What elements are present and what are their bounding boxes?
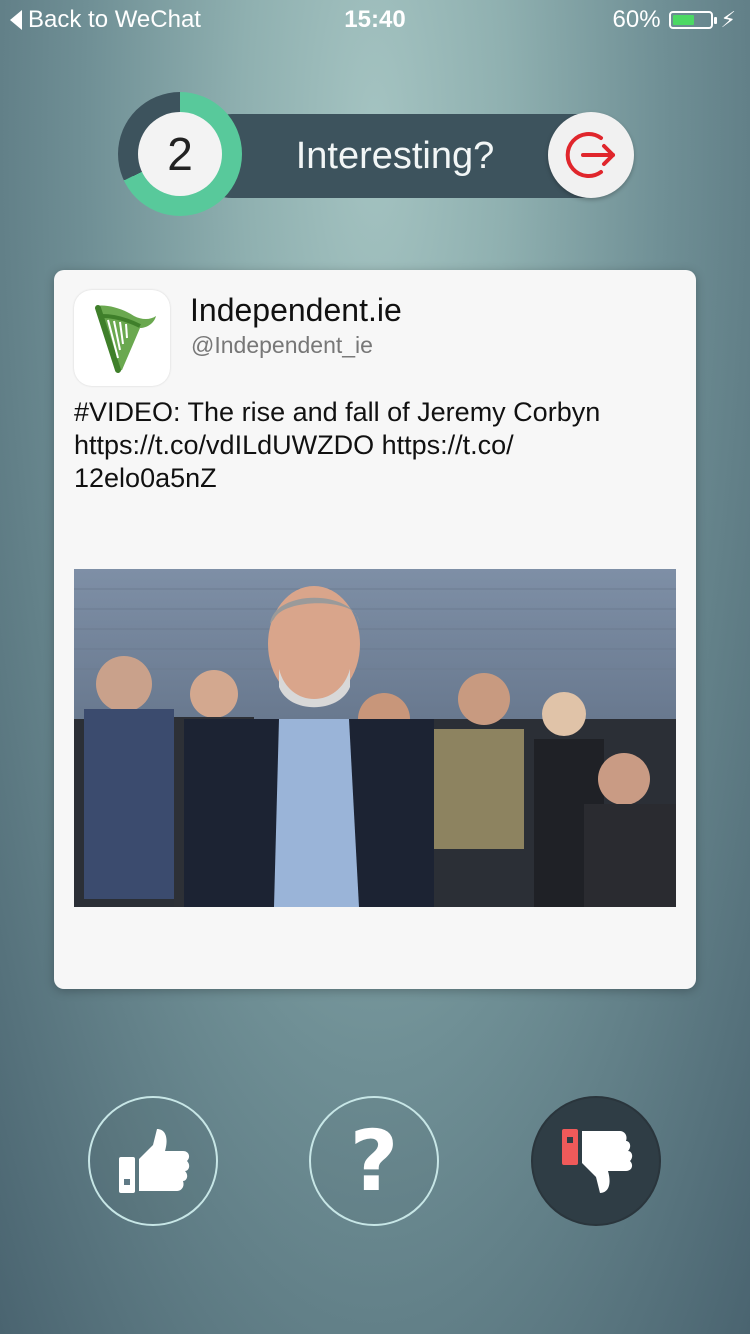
progress-ring: 2 [118,92,242,216]
like-button[interactable] [88,1096,218,1226]
tweet-card: Independent.ie @Independent_ie #VIDEO: T… [54,270,696,989]
status-bar: Back to WeChat 15:40 60% ⚡ [0,0,750,40]
account-handle: @Independent_ie [191,332,373,358]
counter-badge: 2 [138,112,222,196]
account-name: Independent.ie [190,292,402,328]
page-title: Interesting? [295,135,495,177]
tweet-line-link[interactable]: https://t.co/vdILdUWZDO https://t.co/ [74,429,674,462]
exit-icon [565,132,615,178]
tweet-photo[interactable] [74,569,676,907]
thumbs-down-icon [562,1129,633,1193]
charging-bolt-icon: ⚡ [720,7,736,32]
photo-illustration [74,569,676,907]
account-avatar [74,290,170,386]
dislike-button[interactable] [531,1096,661,1226]
battery-indicator: 60% ⚡ [613,6,737,34]
exit-button[interactable] [548,112,634,198]
harp-logo [95,305,156,373]
question-button[interactable]: ? [309,1096,439,1226]
thumbs-up-icon [119,1129,190,1193]
tweet-line-link[interactable]: 12elo0a5nZ [74,462,674,495]
question-mark-icon: ? [349,1112,399,1210]
tweet-line: #VIDEO: The rise and fall of Jeremy Corb… [74,397,601,427]
battery-icon [668,11,717,29]
battery-percent: 60% [612,6,661,33]
battery-fill [672,15,695,25]
tweet-text: #VIDEO: The rise and fall of Jeremy Corb… [74,396,674,495]
